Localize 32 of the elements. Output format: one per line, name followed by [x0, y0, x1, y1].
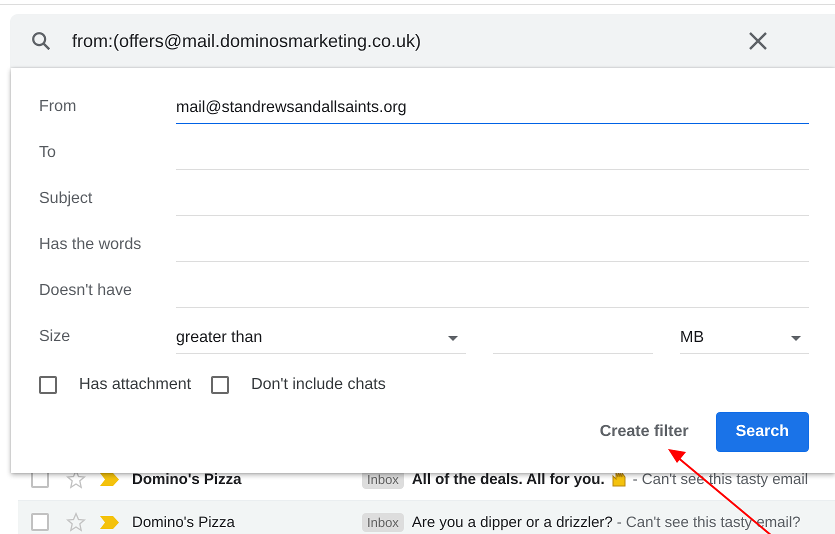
email-sender: Domino's Pizza	[132, 470, 242, 488]
email-sender: Domino's Pizza	[132, 514, 236, 530]
close-icon	[749, 32, 767, 50]
close-button[interactable]	[749, 32, 767, 50]
search-icon[interactable]	[30, 30, 52, 52]
inbox-label: Inbox	[362, 512, 404, 532]
email-snippet: - Can't see this tasty email?	[616, 514, 801, 530]
checkbox-label: Has attachment	[79, 376, 192, 394]
checkbox-label: Don't include chats	[251, 376, 386, 394]
dropdown-caret-icon	[791, 336, 801, 340]
field-label: To	[39, 144, 57, 163]
field-label: Subject	[39, 190, 94, 209]
checkbox[interactable]	[211, 376, 230, 394]
field-label: Doesn't have	[39, 282, 133, 301]
importance-marker-icon[interactable]	[100, 516, 119, 528]
email-row[interactable]: Domino's Pizza Inbox Are you a dipper or a drizzler? - Can't see this tasty email?	[18, 501, 835, 534]
search-button[interactable]: Search	[716, 412, 809, 452]
size-unit-dropdown[interactable]: MB	[680, 329, 809, 354]
size-comparison-dropdown[interactable]: greater than	[176, 329, 466, 354]
field-label: Size	[39, 328, 72, 347]
email-subject: All of the deals. All for you.	[412, 470, 605, 488]
create-filter-button[interactable]: Create filter	[600, 412, 689, 452]
star-icon[interactable]	[66, 512, 86, 532]
field-label: From	[39, 98, 78, 117]
email-subject: Are you a dipper or a drizzler?	[412, 514, 613, 530]
search-bar[interactable]: from:(offers@mail.dominosmarketing.co.uk)	[10, 14, 835, 68]
search-query: from:(offers@mail.dominosmarketing.co.uk)	[72, 30, 422, 52]
input-field[interactable]: mail@standrewsandallsaints.org	[176, 99, 809, 124]
field-label: Has the words	[39, 236, 142, 255]
dropdown-caret-icon	[448, 336, 458, 340]
checkbox[interactable]	[39, 376, 57, 394]
checkbox[interactable]	[31, 513, 49, 531]
